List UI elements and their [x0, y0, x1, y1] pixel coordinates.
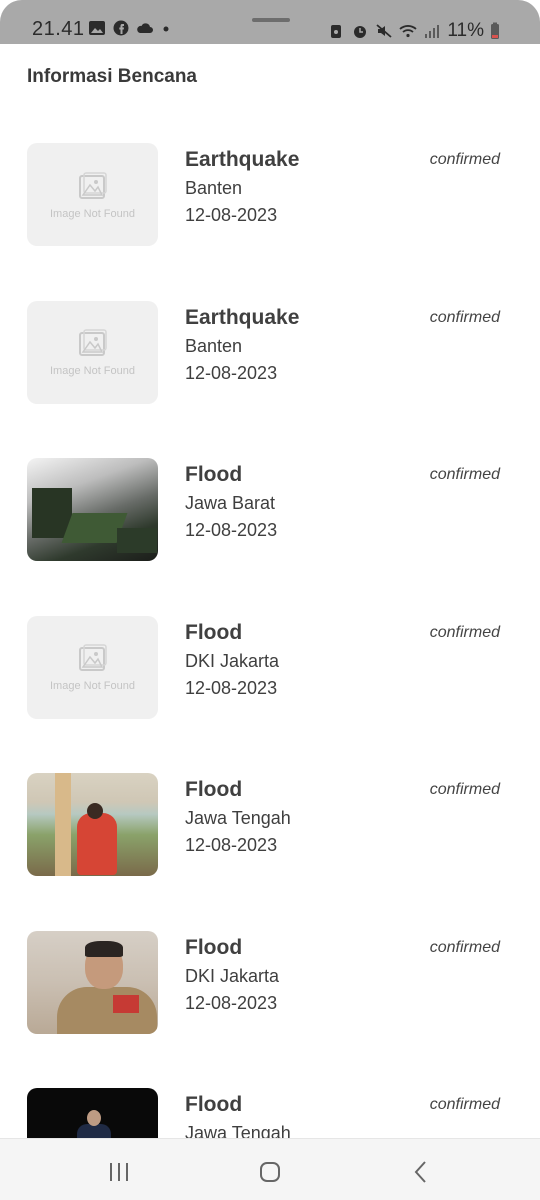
alarm-clock-icon: [354, 26, 367, 38]
item-title: Flood: [185, 935, 243, 959]
item-status: confirmed: [429, 308, 500, 326]
disaster-list[interactable]: Image Not Found Earthquake Banten 12-08-…: [0, 130, 540, 1138]
list-item[interactable]: Image Not Found Flood DKI Jakarta 12-08-…: [0, 603, 540, 761]
gallery-icon: [89, 21, 105, 35]
back-button[interactable]: [406, 1157, 436, 1187]
wifi-icon: [399, 25, 417, 38]
item-region: Jawa Tengah: [185, 1123, 291, 1138]
list-item[interactable]: Flood Jawa Tengah 12-08-2023 confirmed: [0, 1075, 540, 1138]
header: Informasi Bencana: [0, 44, 540, 116]
item-title: Flood: [185, 463, 243, 486]
item-status: confirmed: [429, 938, 500, 956]
image-not-found-label: Image Not Found: [50, 680, 135, 692]
dot-icon: [163, 26, 169, 32]
signal-icon: [425, 25, 440, 38]
image-not-found-icon: [78, 644, 107, 671]
page-title: Informasi Bencana: [27, 66, 197, 87]
status-bar: 21.41 11%: [0, 0, 540, 44]
image-placeholder: Image Not Found: [27, 616, 158, 719]
alarm-icon: [331, 25, 342, 38]
system-nav-bar: [0, 1138, 540, 1200]
list-item[interactable]: Flood Jawa Barat 12-08-2023 confirmed: [0, 445, 540, 603]
item-date: 12-08-2023: [185, 520, 278, 540]
image-not-found-icon: [78, 171, 107, 199]
status-right-icons: 11%: [327, 20, 500, 42]
item-date: 12-08-2023: [185, 677, 278, 698]
item-title: Earthquake: [185, 148, 300, 171]
item-status: confirmed: [429, 466, 500, 483]
item-photo: [27, 773, 158, 876]
item-title: Earthquake: [185, 305, 300, 329]
sheet-grab-handle[interactable]: [252, 18, 290, 22]
item-title: Flood: [185, 778, 243, 801]
item-status: confirmed: [429, 151, 500, 168]
back-icon: [414, 1161, 426, 1183]
recents-icon: [110, 1163, 128, 1181]
mute-icon: [376, 24, 392, 38]
item-region: DKI Jakarta: [185, 650, 280, 671]
item-photo: [27, 1088, 158, 1138]
item-region: DKI Jakarta: [185, 965, 280, 986]
item-date: 12-08-2023: [185, 205, 278, 225]
image-placeholder: Image Not Found: [27, 143, 158, 246]
item-title: Flood: [185, 1093, 243, 1116]
item-status: confirmed: [429, 781, 500, 798]
battery-icon: [491, 22, 499, 39]
recents-button[interactable]: [104, 1157, 134, 1187]
item-image: Image Not Found: [27, 143, 158, 246]
item-date: 12-08-2023: [185, 362, 278, 383]
list-item[interactable]: Flood Jawa Tengah 12-08-2023 confirmed: [0, 760, 540, 918]
facebook-icon: [113, 20, 129, 36]
item-photo: [27, 930, 158, 1034]
list-item[interactable]: Flood DKI Jakarta 12-08-2023 confirmed: [0, 918, 540, 1076]
item-region: Jawa Tengah: [185, 808, 291, 828]
list-item[interactable]: Image Not Found Earthquake Banten 12-08-…: [0, 130, 540, 288]
battery-percent: 11%: [447, 20, 484, 41]
image-not-found-label: Image Not Found: [50, 365, 135, 377]
item-region: Banten: [185, 178, 243, 198]
item-status: confirmed: [429, 623, 500, 641]
item-image: Image Not Found: [27, 300, 158, 404]
item-date: 12-08-2023: [185, 992, 278, 1013]
image-not-found-label: Image Not Found: [50, 207, 135, 220]
item-region: Banten: [185, 335, 243, 356]
home-button[interactable]: [255, 1157, 285, 1187]
item-status: confirmed: [429, 1096, 500, 1113]
cloud-icon: [137, 23, 153, 33]
list-item[interactable]: Image Not Found Earthquake Banten 12-08-…: [0, 288, 540, 446]
image-placeholder: Image Not Found: [27, 301, 158, 404]
status-left-icons: [88, 20, 178, 36]
home-icon: [260, 1162, 280, 1182]
item-region: Jawa Barat: [185, 493, 276, 513]
item-date: 12-08-2023: [185, 835, 278, 855]
item-photo: [27, 458, 158, 561]
status-time: 21.41: [32, 18, 85, 40]
image-not-found-icon: [78, 329, 107, 356]
screen: 21.41 11% Informasi Bencana Image Not Fo…: [0, 0, 540, 1200]
item-title: Flood: [185, 620, 243, 644]
item-image: Image Not Found: [27, 615, 158, 719]
